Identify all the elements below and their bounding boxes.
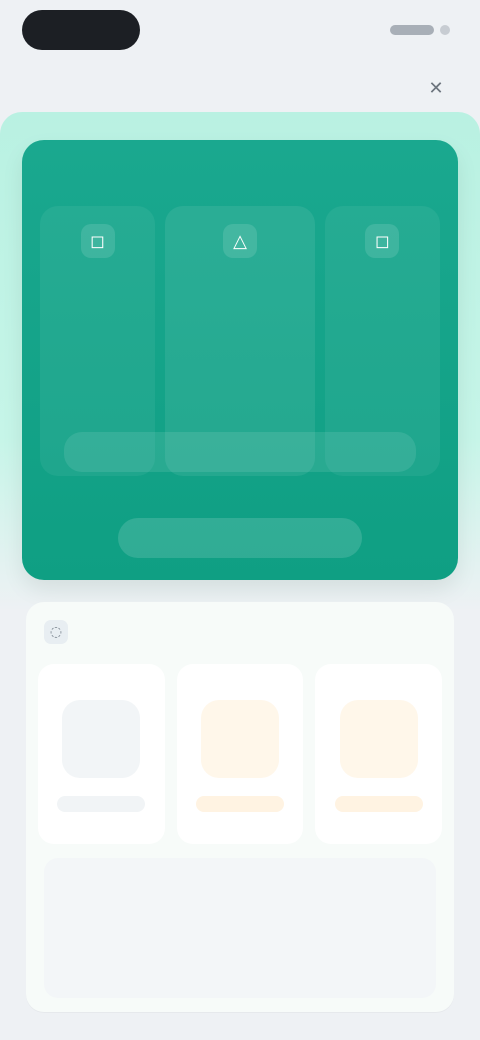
status-indicators bbox=[390, 25, 450, 35]
close-icon[interactable]: ✕ bbox=[422, 74, 450, 102]
status-dot bbox=[440, 25, 450, 35]
hero-row-pill bbox=[64, 432, 416, 472]
page-title bbox=[230, 82, 250, 94]
header: ✕ bbox=[0, 60, 480, 116]
hero-card: ◻ △ ◻ bbox=[22, 140, 458, 580]
mini-card-footer bbox=[57, 796, 146, 812]
mini-card-footer bbox=[334, 796, 423, 812]
section-title: ◌ bbox=[44, 620, 78, 644]
mini-card-illustration bbox=[200, 700, 279, 778]
app-root: ✕ ◻ △ ◻ ◌ bbox=[0, 0, 480, 1040]
section-icon: ◌ bbox=[44, 620, 68, 644]
mini-card-illustration bbox=[62, 700, 141, 778]
mini-card-footer bbox=[195, 796, 284, 812]
details-paragraph bbox=[44, 858, 436, 998]
mini-card-3[interactable] bbox=[315, 664, 442, 844]
details-card: ◌ bbox=[26, 602, 454, 1012]
right-icon: ◻ bbox=[365, 224, 400, 258]
status-bar bbox=[0, 0, 480, 60]
mini-card-1[interactable] bbox=[38, 664, 165, 844]
mini-cards bbox=[38, 664, 442, 844]
status-pill bbox=[22, 10, 140, 50]
mini-card-illustration bbox=[339, 700, 418, 778]
status-indicator bbox=[390, 25, 434, 35]
center-icon: △ bbox=[222, 224, 257, 258]
hero-primary-button[interactable] bbox=[118, 518, 362, 558]
mini-card-2[interactable] bbox=[176, 664, 304, 844]
left-icon: ◻ bbox=[80, 224, 115, 258]
